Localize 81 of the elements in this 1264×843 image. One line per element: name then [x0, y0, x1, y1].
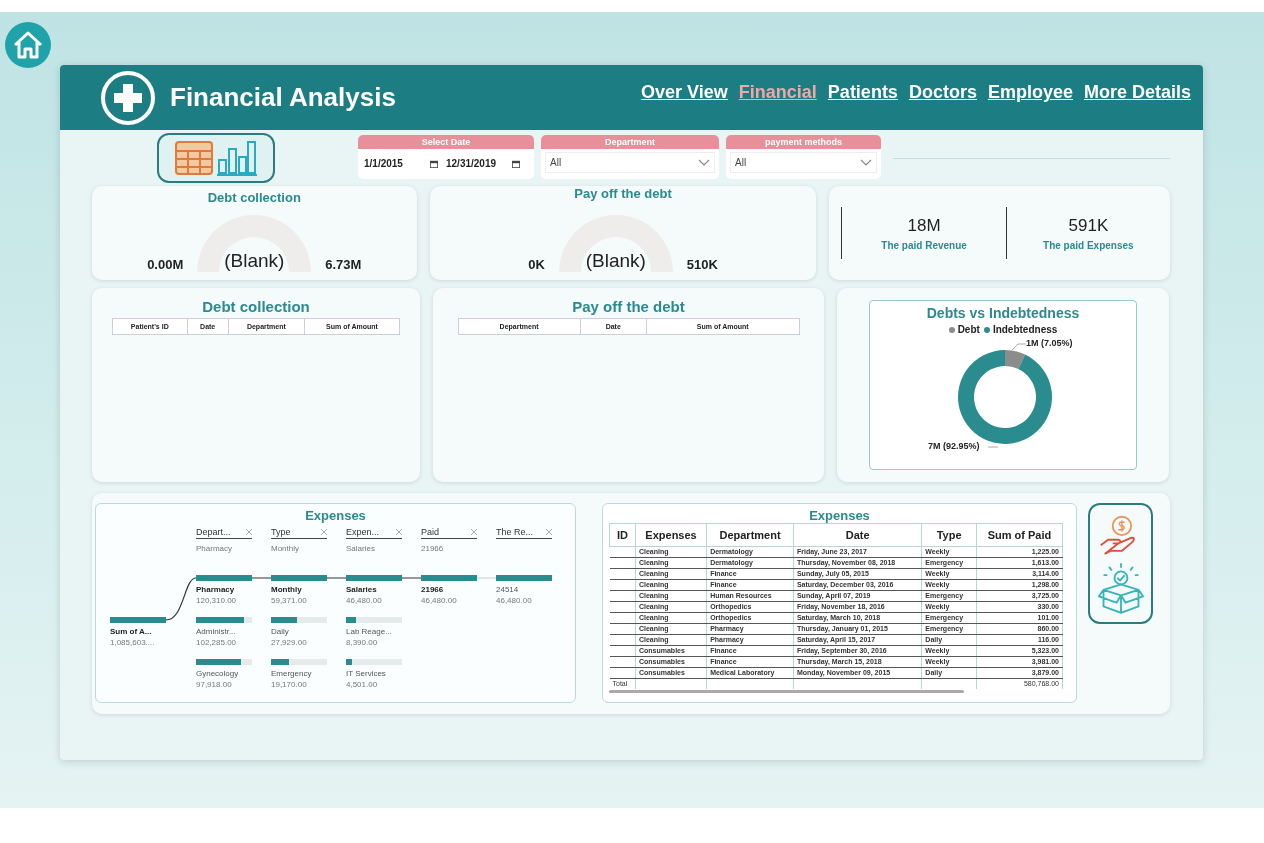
tree-node[interactable]: 21966 46,480.00	[421, 575, 477, 605]
tree-node[interactable]: IT Services 4,501.00	[346, 659, 402, 689]
column-header: Sum of Paid	[976, 523, 1063, 547]
filter-label: Department	[541, 135, 719, 149]
gauge-max-label: 510K	[686, 257, 718, 272]
gauge-title: Pay off the debt	[574, 186, 672, 201]
table-title: Debt collection	[201, 298, 311, 315]
nav-link[interactable]: More Details	[1083, 82, 1191, 103]
legend-dot	[983, 326, 990, 333]
calendar-icon[interactable]	[512, 159, 520, 168]
table-title: Pay off the debt	[571, 298, 686, 315]
dashboard-title: Financial Analysis	[170, 82, 396, 113]
leader-line	[1012, 343, 1026, 351]
tree-node[interactable]: Emergency 19,170.00	[271, 659, 327, 689]
nav-link[interactable]: Employee	[987, 82, 1073, 103]
dropdown-field[interactable]: All	[730, 152, 877, 173]
gauge-min-label: 0.00M	[147, 257, 184, 272]
level-header[interactable]: Expen...	[346, 527, 380, 537]
chevron-down-icon	[698, 159, 710, 166]
tree-node[interactable]: 24514 46,480.00	[496, 575, 552, 605]
start-date-field[interactable]: 1/1/2015	[364, 158, 422, 169]
kpi-value: 18M	[907, 215, 941, 236]
chart-title: Debts vs Indebtedness	[925, 305, 1081, 321]
legend-label: Debt	[957, 324, 980, 335]
table-title: Expenses	[808, 508, 871, 523]
close-icon[interactable]	[471, 529, 477, 535]
kpi-label: The paid Revenue	[881, 239, 967, 251]
chevron-down-icon	[860, 159, 872, 166]
column-header: Expenses	[635, 523, 707, 547]
column-header: ID	[609, 523, 636, 547]
table-icon	[175, 141, 213, 175]
bar-chart-icon	[217, 140, 257, 176]
close-icon[interactable]	[546, 529, 552, 535]
column-header: Department	[706, 523, 794, 547]
tree-node[interactable]: Administr... 102,285.00	[196, 617, 252, 647]
level-filter: Salaries	[346, 544, 376, 553]
gauge-min-label: 0K	[528, 257, 545, 272]
filter-label: payment methods	[726, 135, 881, 149]
medical-cross-icon	[100, 69, 156, 126]
tree-node[interactable]: Salaries 46,480.00	[346, 575, 402, 605]
data-label: 7M (92.95%)	[928, 441, 980, 451]
gauge-value: (Blank)	[584, 250, 647, 272]
gauge-title: Debt collection	[207, 190, 301, 205]
level-header[interactable]: Depart...	[196, 527, 231, 537]
tree-node[interactable]: Daily 27,929.00	[271, 617, 327, 647]
nav-link[interactable]: Doctors	[908, 82, 977, 103]
filter-label: Select Date	[358, 135, 534, 149]
gauge-max-label: 6.73M	[325, 257, 362, 272]
nav-link[interactable]: Over View	[641, 82, 728, 103]
home-icon[interactable]	[4, 21, 52, 69]
level-header[interactable]: The Re...	[496, 527, 533, 537]
kpi-value: 591K	[1068, 215, 1109, 236]
box-check-icon	[1097, 561, 1144, 614]
tree-title: Expenses	[304, 508, 367, 523]
legend-dot	[948, 326, 955, 333]
tree-node[interactable]: Lab Reage... 8,390.00	[346, 617, 402, 647]
kpi-label: The paid Expenses	[1043, 239, 1134, 251]
level-filter: Monthly	[271, 544, 300, 553]
scrollbar[interactable]	[609, 690, 964, 693]
data-label: 1M (7.05%)	[1026, 338, 1073, 348]
close-icon[interactable]	[396, 529, 402, 535]
tree-node[interactable]: Sum of A... 1,085,603....	[110, 617, 166, 647]
leader-line	[988, 446, 998, 448]
legend-label: Indebtedness	[992, 324, 1058, 335]
column-header: Type	[921, 523, 977, 547]
column-header: Date	[793, 523, 922, 547]
level-header[interactable]: Type	[271, 527, 291, 537]
level-header[interactable]: Paid	[421, 527, 439, 537]
tree-node[interactable]: Gynecology 97,918.00	[196, 659, 252, 689]
tree-node[interactable]: Pharmacy 120,310.00	[196, 575, 252, 605]
level-filter: Pharmacy	[196, 544, 233, 553]
end-date-field[interactable]: 12/31/2019	[446, 158, 504, 169]
close-icon[interactable]	[321, 529, 327, 535]
dropdown-field[interactable]: All	[545, 152, 715, 173]
tree-node[interactable]: Monthly 59,371.00	[271, 575, 327, 605]
gauge-value: (Blank)	[223, 250, 286, 272]
calendar-icon[interactable]	[430, 159, 438, 168]
level-filter: 21966	[421, 544, 445, 553]
view-toggle-button[interactable]	[157, 133, 275, 183]
close-icon[interactable]	[246, 529, 252, 535]
nav-link[interactable]: Patients	[827, 82, 898, 103]
